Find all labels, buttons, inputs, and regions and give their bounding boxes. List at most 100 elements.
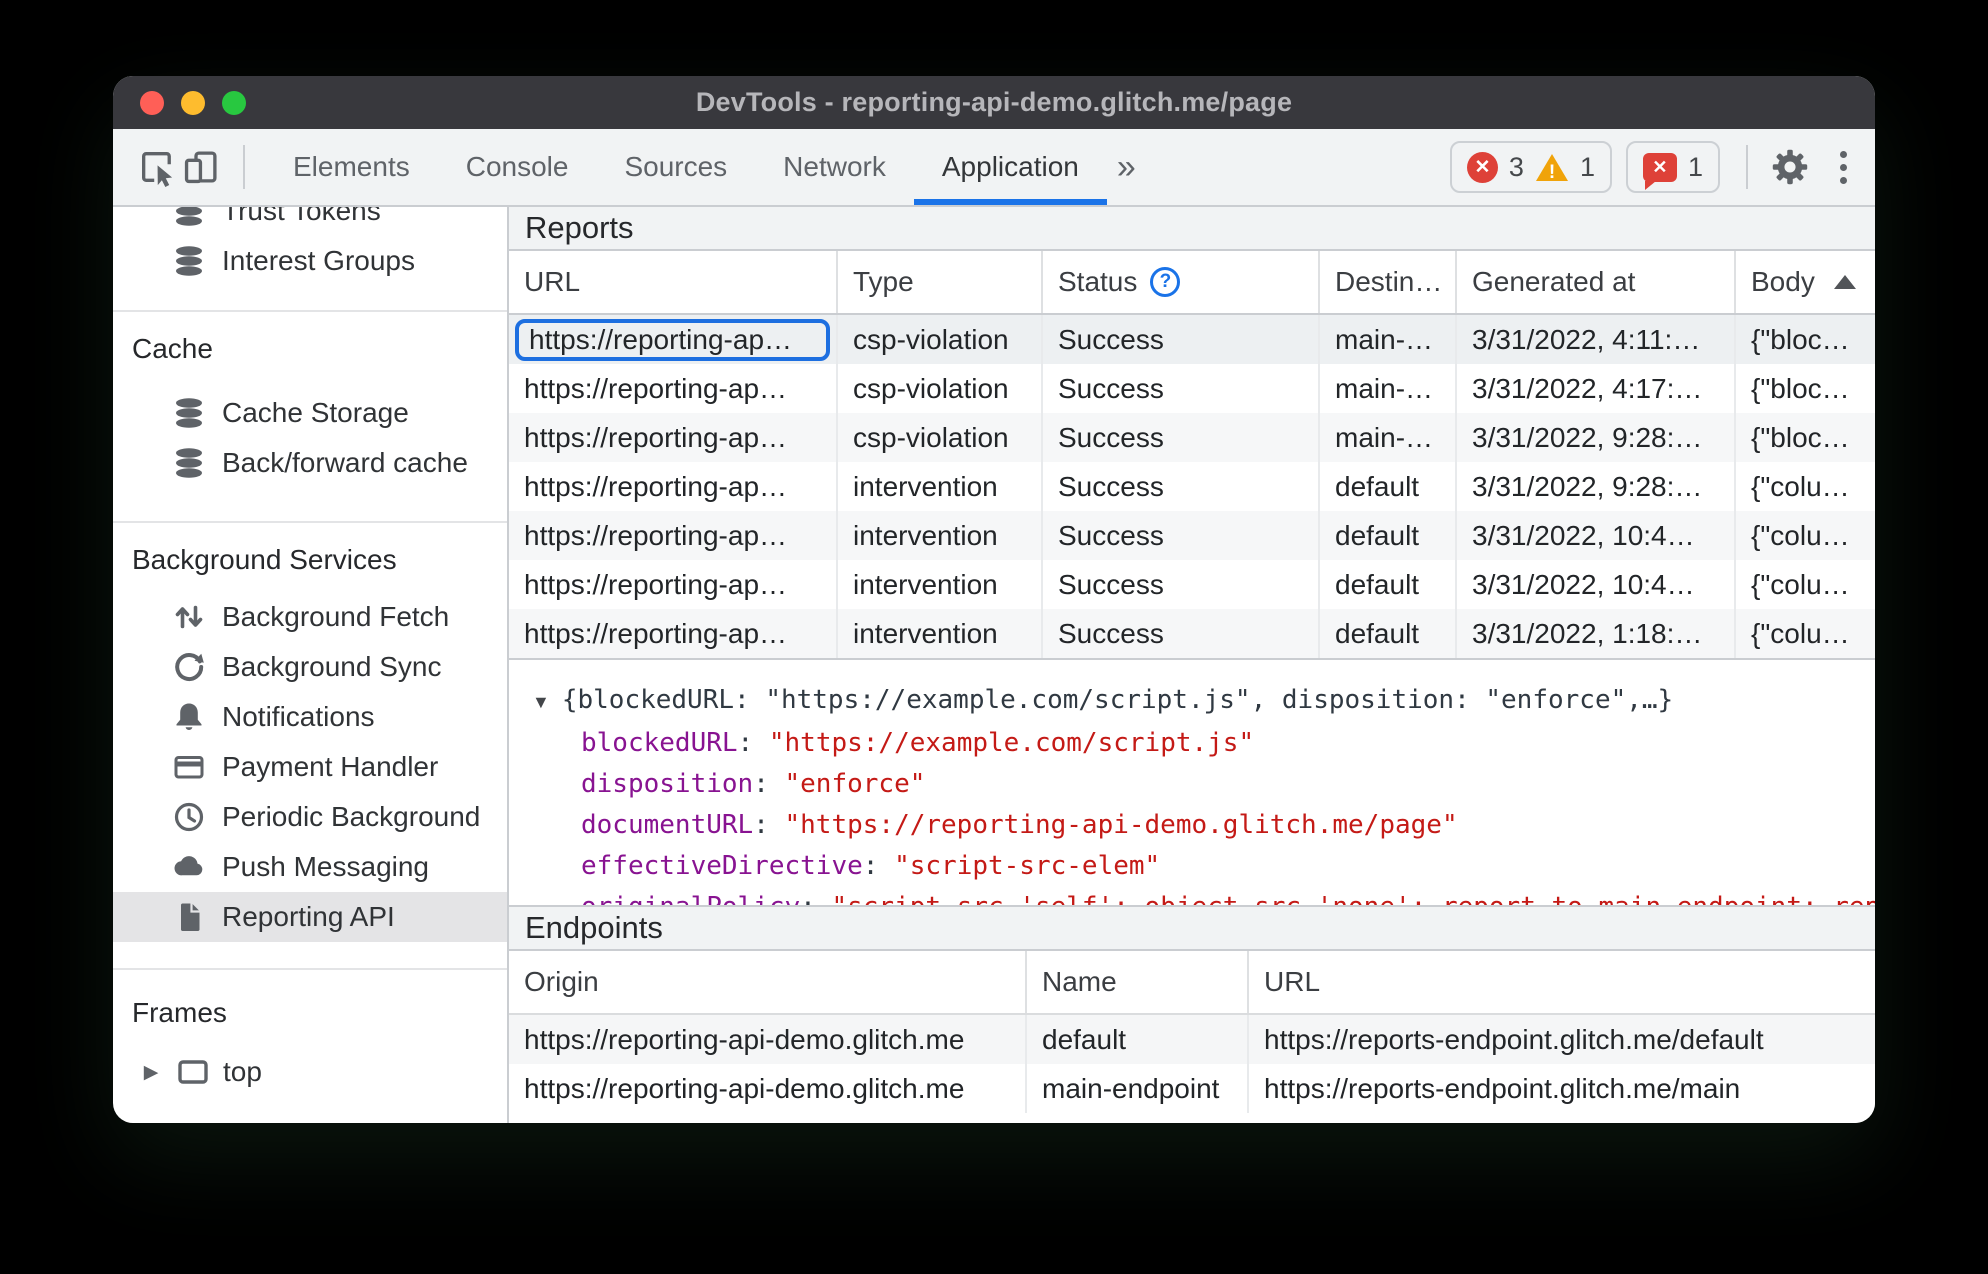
table-row[interactable]: https://reporting-ap… csp-violation Succ… (509, 315, 1875, 364)
cell-url: https://reporting-ap… (509, 511, 838, 560)
status-help-icon[interactable]: ? (1150, 267, 1181, 297)
sidebar-item-periodic-background-sync[interactable]: Periodic Background (113, 792, 507, 842)
column-header-endpoint-url[interactable]: URL (1249, 951, 1875, 1013)
column-header-destination[interactable]: Destin… (1320, 251, 1457, 313)
cell-name: default (1027, 1015, 1249, 1064)
issue-count: 1 (1687, 151, 1703, 182)
storage-icon (176, 246, 202, 276)
zoom-window-button[interactable] (222, 90, 246, 115)
more-tabs-icon[interactable]: » (1107, 129, 1146, 205)
application-sidebar: Trust Tokens Interest Groups Cache Cache… (113, 207, 509, 1123)
cell-destination: default (1320, 462, 1457, 511)
sidebar-item-background-sync[interactable]: Background Sync (113, 642, 507, 692)
sidebar-item-label: Background Sync (222, 651, 442, 682)
sidebar-item-label: Cache Storage (222, 397, 409, 428)
inspect-element-icon[interactable] (135, 145, 179, 189)
document-icon (181, 903, 200, 931)
issues-badge[interactable]: ✕ 1 (1625, 141, 1720, 193)
table-row[interactable]: https://reporting-ap… intervention Succe… (509, 609, 1875, 658)
sidebar-item-payment-handler[interactable]: Payment Handler (113, 742, 507, 792)
cell-type: intervention (838, 560, 1043, 609)
column-header-generated-at[interactable]: Generated at (1457, 251, 1736, 313)
column-header-name[interactable]: Name (1027, 951, 1249, 1013)
table-row[interactable]: https://reporting-api-demo.glitch.me mai… (509, 1064, 1875, 1113)
table-row[interactable]: https://reporting-api-demo.glitch.me def… (509, 1015, 1875, 1064)
sidebar-item-label: Background Fetch (222, 601, 450, 632)
collapse-arrow-icon[interactable]: ▼ (532, 682, 550, 723)
sidebar-item-notifications[interactable]: Notifications (113, 692, 507, 742)
error-icon: ✕ (1466, 151, 1498, 183)
tab-network[interactable]: Network (755, 129, 914, 205)
table-row[interactable]: https://reporting-ap… csp-violation Succ… (509, 364, 1875, 413)
table-row[interactable]: https://reporting-ap… intervention Succe… (509, 560, 1875, 609)
json-property: documentURL: "https://reporting-api-demo… (581, 810, 1458, 840)
sidebar-item-push-messaging[interactable]: Push Messaging (113, 842, 507, 892)
column-header-url[interactable]: URL (509, 251, 838, 313)
table-row[interactable]: https://reporting-ap… csp-violation Succ… (509, 413, 1875, 462)
cell-generated-at: 3/31/2022, 9:28:… (1457, 462, 1736, 511)
cell-url: https://reporting-ap… (509, 609, 838, 658)
device-toolbar-icon[interactable] (179, 145, 223, 189)
cell-endpoint-url: https://reports-endpoint.glitch.me/main (1264, 1072, 1741, 1104)
storage-icon (176, 398, 202, 428)
issue-icon: ✕ (1642, 152, 1677, 190)
sidebar-item-back-forward-cache[interactable]: Back/forward cache (113, 438, 507, 488)
sidebar-item-interest-groups[interactable]: Interest Groups (113, 236, 507, 286)
cell-type: intervention (838, 609, 1043, 658)
storage-icon (176, 207, 202, 226)
sidebar-item-top-frame[interactable]: ▶ top (113, 1047, 507, 1097)
tab-console[interactable]: Console (438, 129, 597, 205)
cell-body: {"colu… (1751, 470, 1850, 502)
sidebar-item-trust-tokens[interactable]: Trust Tokens (113, 207, 507, 236)
json-object-summary[interactable]: ▼ {blockedURL: "https://example.com/scri… (532, 680, 1875, 723)
table-row[interactable]: https://reporting-ap… intervention Succe… (509, 511, 1875, 560)
warning-count: 1 (1579, 151, 1595, 182)
sidebar-item-background-fetch[interactable]: Background Fetch (113, 592, 507, 642)
window-title: DevTools - reporting-api-demo.glitch.me/… (695, 87, 1293, 117)
sidebar-item-reporting-api[interactable]: Reporting API (113, 892, 507, 942)
sidebar-item-label: Push Messaging (222, 851, 430, 882)
sidebar-item-cache-storage[interactable]: Cache Storage (113, 388, 507, 438)
bell-icon (176, 703, 202, 730)
reporting-api-panel: Reports URL Type Status ? Destin… Genera… (509, 207, 1875, 1123)
cell-body: {"colu… (1751, 568, 1850, 600)
cell-destination: main-… (1320, 315, 1457, 364)
cell-status: Success (1043, 413, 1320, 462)
up-down-arrows-icon (175, 605, 203, 629)
column-header-origin[interactable]: Origin (509, 951, 1027, 1013)
cell-body: {"bloc… (1751, 421, 1850, 453)
more-options-icon[interactable] (1840, 150, 1847, 184)
frame-icon (178, 1060, 208, 1084)
svg-text:!: ! (1549, 162, 1555, 182)
gear-icon[interactable] (1768, 145, 1812, 189)
minimize-window-button[interactable] (181, 90, 205, 115)
endpoints-section-title: Endpoints (509, 905, 1875, 951)
tab-elements[interactable]: Elements (265, 129, 438, 205)
column-header-status[interactable]: Status ? (1043, 251, 1320, 313)
cell-body: {"bloc… (1751, 372, 1850, 404)
console-errors-warnings-badge[interactable]: ✕ 3 ! 1 (1449, 141, 1612, 193)
cell-url: https://reporting-ap… (509, 315, 838, 364)
cell-destination: main-… (1320, 364, 1457, 413)
tab-sources[interactable]: Sources (596, 129, 755, 205)
reports-table-header: URL Type Status ? Destin… Generated at B… (509, 251, 1875, 315)
cell-generated-at: 3/31/2022, 10:4… (1457, 560, 1736, 609)
reports-section-title: Reports (509, 207, 1875, 251)
expand-arrow-icon[interactable]: ▶ (139, 1061, 163, 1084)
column-header-body[interactable]: Body (1736, 251, 1875, 313)
cell-url: https://reporting-ap… (509, 364, 838, 413)
cell-destination: main-… (1320, 413, 1457, 462)
cell-generated-at: 3/31/2022, 10:4… (1457, 511, 1736, 560)
close-window-button[interactable] (140, 90, 164, 115)
cell-destination: default (1320, 511, 1457, 560)
json-property: effectiveDirective: "script-src-elem" (581, 851, 1161, 881)
clock-icon (174, 802, 204, 832)
report-body-preview: ▼ {blockedURL: "https://example.com/scri… (509, 660, 1875, 905)
cell-body: {"bloc… (1751, 323, 1850, 355)
sidebar-section-cache: Cache (132, 333, 213, 364)
column-header-type[interactable]: Type (838, 251, 1043, 313)
tab-application[interactable]: Application (914, 129, 1107, 205)
cell-status: Success (1043, 364, 1320, 413)
table-row[interactable]: https://reporting-ap… intervention Succe… (509, 462, 1875, 511)
sidebar-section-background-services: Background Services (132, 544, 397, 575)
